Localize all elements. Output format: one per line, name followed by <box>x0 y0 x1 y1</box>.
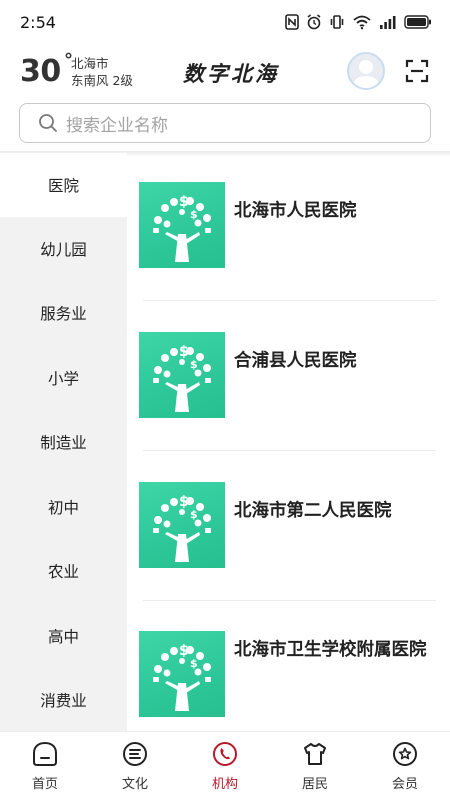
nav-culture[interactable]: 文化 <box>90 732 180 800</box>
institution-name: 北海市第二人民医院 <box>234 501 392 521</box>
sidebar-item-service[interactable]: 服务业 <box>0 281 127 345</box>
status-bar: 2:54 <box>0 0 450 44</box>
nav-institution[interactable]: 机构 <box>180 732 270 800</box>
sidebar-item-label: 服务业 <box>40 305 87 323</box>
sidebar-item-consumer[interactable]: 消费业 <box>0 668 127 732</box>
search-input[interactable]: 搜索企业名称 <box>19 103 431 143</box>
institution-list: $ $ 北海市人民医院 $ $ 合浦县人民医院 $ $ 北海市第二人民医院 $ … <box>127 153 450 731</box>
list-item[interactable]: $ $ 北海市人民医院 <box>139 182 437 302</box>
signal-icon <box>379 15 397 29</box>
svg-text:$: $ <box>179 194 189 210</box>
culture-icon <box>123 742 147 766</box>
sidebar-item-label: 高中 <box>47 628 79 646</box>
status-time: 2:54 <box>20 12 56 32</box>
svg-text:$: $ <box>190 208 198 221</box>
svg-text:$: $ <box>190 358 198 371</box>
sidebar-item-kindergarten[interactable]: 幼儿园 <box>0 217 127 281</box>
institution-name: 北海市卫生学校附属医院 <box>234 640 427 660</box>
wifi-icon <box>352 14 372 30</box>
institution-name: 合浦县人民医院 <box>234 351 357 371</box>
sidebar-item-label: 小学 <box>47 370 79 388</box>
city-name: 北海市 <box>71 56 109 71</box>
money-tree-icon: $ $ <box>139 332 225 418</box>
resident-icon <box>304 743 326 765</box>
sidebar-item-label: 制造业 <box>40 434 87 452</box>
institution-name: 北海市人民医院 <box>234 201 357 221</box>
list-item[interactable]: $ $ 北海市卫生学校附属医院 <box>139 631 437 731</box>
list-divider <box>143 300 436 301</box>
svg-text:$: $ <box>179 494 189 510</box>
svg-text:$: $ <box>179 643 189 659</box>
svg-text:$: $ <box>179 344 189 360</box>
list-divider <box>143 450 436 451</box>
user-avatar-icon <box>353 60 379 88</box>
sidebar-item-agriculture[interactable]: 农业 <box>0 539 127 603</box>
search-placeholder: 搜索企业名称 <box>66 115 168 136</box>
sidebar-item-label: 幼儿园 <box>40 241 87 259</box>
category-sidebar: 医院 幼儿园 服务业 小学 制造业 初中 农业 高中 消费业 <box>0 153 127 731</box>
wind-info: 东南风 2级 <box>71 73 133 88</box>
money-tree-icon: $ $ <box>139 482 225 568</box>
app-title: 数字北海 <box>183 61 279 86</box>
list-divider <box>143 600 436 601</box>
battery-icon <box>404 15 432 29</box>
svg-text:$: $ <box>190 508 198 521</box>
money-tree-icon: $ $ <box>139 182 225 268</box>
status-icons <box>285 14 432 30</box>
sidebar-item-label: 农业 <box>47 563 79 581</box>
nfc-icon <box>285 14 299 30</box>
list-item[interactable]: $ $ 合浦县人民医院 <box>139 332 437 452</box>
alarm-icon <box>306 14 322 30</box>
sidebar-item-hospital[interactable]: 医院 <box>0 153 127 217</box>
vibrate-icon <box>329 14 345 30</box>
sidebar-item-label: 消费业 <box>40 692 87 710</box>
bottom-nav: 首页 文化 机构 居民 会员 <box>0 731 450 800</box>
nav-member[interactable]: 会员 <box>360 732 450 800</box>
sidebar-item-primary-school[interactable]: 小学 <box>0 346 127 410</box>
member-icon <box>393 742 417 766</box>
home-icon <box>33 741 57 766</box>
sidebar-item-manufacturing[interactable]: 制造业 <box>0 410 127 474</box>
search-icon <box>39 114 57 132</box>
svg-text:$: $ <box>190 657 198 670</box>
scan-button[interactable] <box>404 58 430 84</box>
list-item[interactable]: $ $ 北海市第二人民医院 <box>139 482 437 602</box>
nav-label: 文化 <box>121 777 148 792</box>
nav-home[interactable]: 首页 <box>0 732 90 800</box>
header: 30 ° 北海市 东南风 2级 数字北海 <box>0 48 450 98</box>
sidebar-item-label: 医院 <box>47 177 79 195</box>
temperature-value: 30 <box>20 54 61 89</box>
nav-label: 会员 <box>391 777 418 792</box>
sidebar-item-high-school[interactable]: 高中 <box>0 604 127 668</box>
nav-resident[interactable]: 居民 <box>270 732 360 800</box>
money-tree-icon: $ $ <box>139 631 225 717</box>
institution-icon <box>213 742 237 766</box>
nav-label: 首页 <box>31 777 58 792</box>
weather-info: 北海市 东南风 2级 <box>71 55 133 89</box>
nav-label: 居民 <box>301 777 328 792</box>
nav-label: 机构 <box>211 777 238 792</box>
sidebar-item-label: 初中 <box>47 499 79 517</box>
avatar[interactable] <box>347 52 385 90</box>
sidebar-item-middle-school[interactable]: 初中 <box>0 475 127 539</box>
scan-icon <box>405 59 429 83</box>
